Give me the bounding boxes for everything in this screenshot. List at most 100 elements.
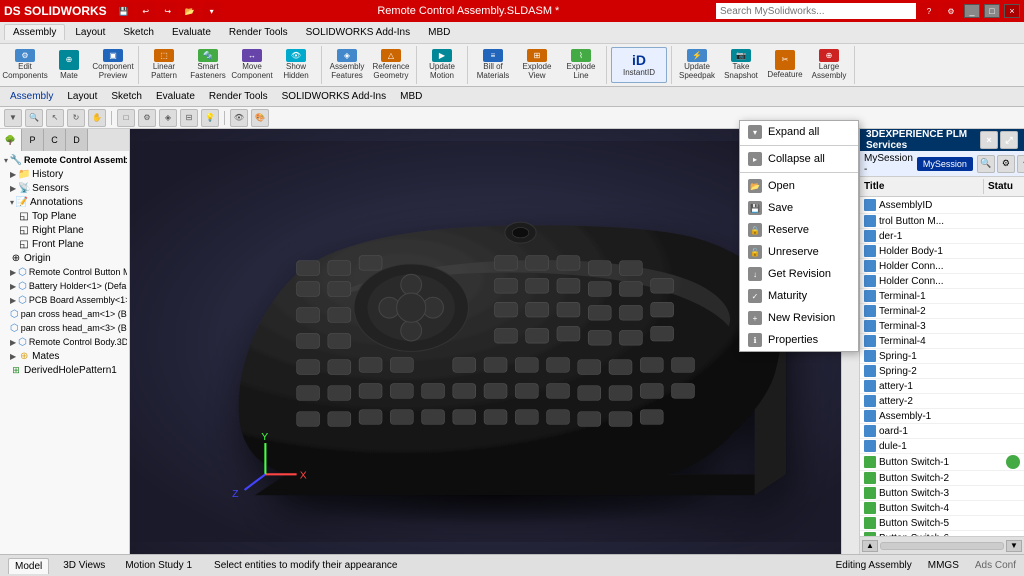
hide-show-icon[interactable]: 👁 bbox=[230, 109, 248, 127]
property-tab[interactable]: P bbox=[22, 129, 44, 151]
tab-layout[interactable]: Layout bbox=[67, 25, 113, 40]
plm-row-btn-sw-2[interactable]: Button Switch-2 bbox=[860, 471, 1024, 486]
tb2-layout[interactable]: Layout bbox=[61, 90, 103, 103]
plm-row-3[interactable]: Holder Body-1 bbox=[860, 244, 1024, 259]
ft-derived-hole[interactable]: ⊞ DerivedHolePattern1 bbox=[2, 363, 127, 377]
tb2-evaluate[interactable]: Evaluate bbox=[150, 90, 201, 103]
my-session-btn[interactable]: MySession bbox=[917, 157, 973, 171]
btn-update-motion[interactable]: ▶ UpdateMotion bbox=[421, 47, 463, 83]
btn-snapshot[interactable]: 📷 TakeSnapshot bbox=[720, 47, 762, 83]
btn-mate[interactable]: ⊕ Mate bbox=[48, 47, 90, 83]
cm-unreserve[interactable]: 🔓 Unreserve bbox=[740, 241, 858, 263]
quick-access-save[interactable]: 💾 bbox=[115, 2, 133, 20]
quick-access-options[interactable]: ▾ bbox=[203, 2, 221, 20]
plm-row-1[interactable]: trol Button M... bbox=[860, 214, 1024, 229]
plm-row-btn-sw-1[interactable]: Button Switch-1 bbox=[860, 454, 1024, 471]
tab-assembly[interactable]: Assembly bbox=[4, 24, 65, 40]
help-btn[interactable]: ? bbox=[920, 2, 938, 20]
plm-row-battery1[interactable]: attery-1 bbox=[860, 379, 1024, 394]
quick-access-redo[interactable]: ↪ bbox=[159, 2, 177, 20]
search-input[interactable] bbox=[716, 3, 916, 19]
plm-filter-btn[interactable]: ▼ bbox=[1017, 155, 1024, 173]
ft-button-membrane[interactable]: ▶ ⬡ Remote Control Button Membran... bbox=[2, 265, 127, 279]
maximize-btn[interactable]: □ bbox=[984, 4, 1000, 18]
btn-bom[interactable]: ≡ Bill ofMaterials bbox=[472, 47, 514, 83]
quick-access-undo[interactable]: ↩ bbox=[137, 2, 155, 20]
lighting-icon[interactable]: 💡 bbox=[201, 109, 219, 127]
ft-pan-cross-1[interactable]: ⬡ pan cross head_am<1> (B18.6.7M... bbox=[2, 307, 127, 321]
tb2-sketch[interactable]: Sketch bbox=[105, 90, 148, 103]
status-tab-model[interactable]: Model bbox=[8, 558, 49, 574]
filter-icon[interactable]: ▼ bbox=[4, 109, 22, 127]
zoom-icon[interactable]: 🔍 bbox=[25, 109, 43, 127]
front-view-icon[interactable]: □ bbox=[117, 109, 135, 127]
tree-tab[interactable]: 🌳 bbox=[0, 129, 22, 151]
tb2-mbd[interactable]: MBD bbox=[394, 90, 428, 103]
plm-search-btn[interactable]: 🔍 bbox=[977, 155, 995, 173]
plm-row-assembly1[interactable]: Assembly-1 bbox=[860, 409, 1024, 424]
ft-remote-body[interactable]: ▶ ⬡ Remote Control Body.3DXML<1>... bbox=[2, 335, 127, 349]
plm-row-module1[interactable]: dule-1 bbox=[860, 439, 1024, 454]
btn-large-assembly[interactable]: ⊕ LargeAssembly bbox=[808, 47, 850, 83]
plm-row-terminal4[interactable]: Terminal-4 bbox=[860, 334, 1024, 349]
ft-pcb-board[interactable]: ▶ ⬡ PCB Board Assembly<1> (Default... bbox=[2, 293, 127, 307]
plm-row-spring2[interactable]: Spring-2 bbox=[860, 364, 1024, 379]
ft-sensors[interactable]: ▶ 📡 Sensors bbox=[2, 181, 127, 195]
plm-row-terminal3[interactable]: Terminal-3 bbox=[860, 319, 1024, 334]
ft-top-plane[interactable]: ◱ Top Plane bbox=[2, 209, 127, 223]
tb2-render[interactable]: Render Tools bbox=[203, 90, 274, 103]
status-tab-motion[interactable]: Motion Study 1 bbox=[119, 558, 198, 573]
btn-reference-geometry[interactable]: △ ReferenceGeometry bbox=[370, 47, 412, 83]
plm-settings-btn[interactable]: ⚙ bbox=[997, 155, 1015, 173]
quick-access-open[interactable]: 📂 bbox=[181, 2, 199, 20]
ft-root[interactable]: ▾ 🔧 Remote Control Assembly (Default) bbox=[2, 153, 127, 167]
view-options-icon[interactable]: ⚙ bbox=[138, 109, 156, 127]
btn-edit-components[interactable]: ⚙ EditComponents bbox=[4, 47, 46, 83]
display-tab[interactable]: D bbox=[66, 129, 88, 151]
btn-update-speedpak[interactable]: ⚡ UpdateSpeedpak bbox=[676, 47, 718, 83]
btn-move-component[interactable]: ↔ MoveComponent bbox=[231, 47, 273, 83]
plm-row-btn-sw-3[interactable]: Button Switch-3 bbox=[860, 486, 1024, 501]
btn-defeature[interactable]: ✂ Defeature bbox=[764, 47, 806, 83]
plm-row-terminal2[interactable]: Terminal-2 bbox=[860, 304, 1024, 319]
minimize-btn[interactable]: _ bbox=[964, 4, 980, 18]
tab-evaluate[interactable]: Evaluate bbox=[164, 25, 219, 40]
display-style-icon[interactable]: ◈ bbox=[159, 109, 177, 127]
ft-annotations[interactable]: ▾ 📝 Annotations bbox=[2, 195, 127, 209]
ft-front-plane[interactable]: ◱ Front Plane bbox=[2, 237, 127, 251]
btn-show-hidden[interactable]: 👁 ShowHidden bbox=[275, 47, 317, 83]
cm-open[interactable]: 📂 Open bbox=[740, 175, 858, 197]
btn-component-preview[interactable]: ▣ ComponentPreview bbox=[92, 47, 134, 83]
plm-row-2[interactable]: der-1 bbox=[860, 229, 1024, 244]
btn-linear-pattern[interactable]: ⬚ LinearPattern bbox=[143, 47, 185, 83]
cm-save[interactable]: 💾 Save bbox=[740, 197, 858, 219]
cm-new-revision[interactable]: + New Revision bbox=[740, 307, 858, 329]
status-tab-3dviews[interactable]: 3D Views bbox=[57, 558, 111, 573]
ft-mates[interactable]: ▶ ⊕ Mates bbox=[2, 349, 127, 363]
btn-smart-fasteners[interactable]: 🔩 SmartFasteners bbox=[187, 47, 229, 83]
close-btn[interactable]: × bbox=[1004, 4, 1020, 18]
plm-row-battery2[interactable]: attery-2 bbox=[860, 394, 1024, 409]
cm-properties[interactable]: ℹ Properties bbox=[740, 329, 858, 351]
plm-scrollbar[interactable] bbox=[880, 542, 1004, 550]
tb2-addins[interactable]: SOLIDWORKS Add-Ins bbox=[276, 90, 392, 103]
plm-row-btn-sw-4[interactable]: Button Switch-4 bbox=[860, 501, 1024, 516]
ft-right-plane[interactable]: ◱ Right Plane bbox=[2, 223, 127, 237]
plm-scroll-down[interactable]: ▼ bbox=[1006, 540, 1022, 552]
cm-maturity[interactable]: ✓ Maturity bbox=[740, 285, 858, 307]
btn-explode-view[interactable]: ⊞ ExplodeView bbox=[516, 47, 558, 83]
section-view-icon[interactable]: ⊟ bbox=[180, 109, 198, 127]
plm-row-board1[interactable]: oard-1 bbox=[860, 424, 1024, 439]
tab-addins[interactable]: SOLIDWORKS Add-Ins bbox=[298, 25, 418, 40]
plm-row-assembly[interactable]: AssemblyID bbox=[860, 197, 1024, 214]
ft-origin[interactable]: ⊕ Origin bbox=[2, 251, 127, 265]
plm-row-spring1[interactable]: Spring-1 bbox=[860, 349, 1024, 364]
tab-render-tools[interactable]: Render Tools bbox=[221, 25, 296, 40]
select-icon[interactable]: ↖ bbox=[46, 109, 64, 127]
cm-get-revision[interactable]: ↓ Get Revision bbox=[740, 263, 858, 285]
tb2-assembly[interactable]: Assembly bbox=[4, 90, 59, 103]
pan-icon[interactable]: ✋ bbox=[88, 109, 106, 127]
btn-explode-line[interactable]: ⌇ ExplodeLine bbox=[560, 47, 602, 83]
ft-battery-holder[interactable]: ▶ ⬡ Battery Holder<1> (Default) bbox=[2, 279, 127, 293]
plm-row-4[interactable]: Holder Conn... bbox=[860, 259, 1024, 274]
